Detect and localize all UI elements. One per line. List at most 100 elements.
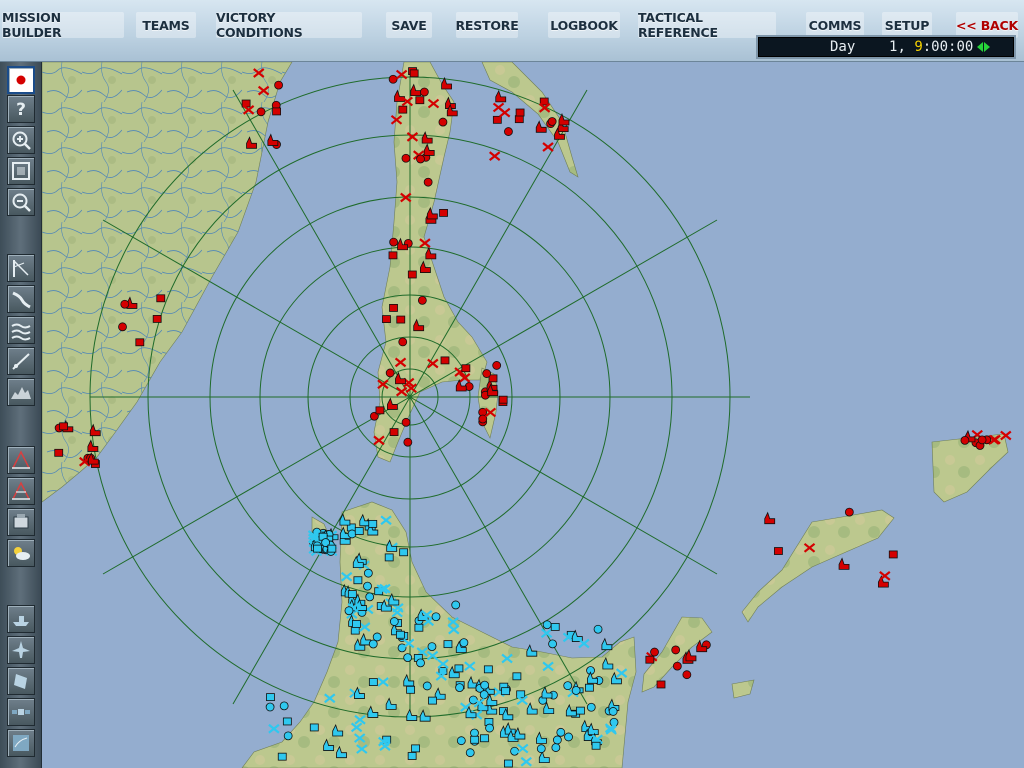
blue-unit-marker[interactable] <box>327 544 337 553</box>
red-unit-marker[interactable] <box>514 115 524 124</box>
slower-time-icon[interactable] <box>977 42 984 52</box>
blue-unit-marker[interactable] <box>395 630 405 639</box>
blue-unit-marker[interactable] <box>407 752 417 760</box>
red-unit-marker[interactable] <box>774 547 783 555</box>
blue-unit-marker[interactable] <box>504 759 513 768</box>
red-unit-marker[interactable] <box>272 107 281 116</box>
faster-time-icon[interactable] <box>984 42 991 52</box>
blue-unit-marker[interactable] <box>556 727 566 737</box>
blue-unit-marker[interactable] <box>571 686 581 695</box>
blue-unit-marker[interactable] <box>512 672 522 681</box>
blue-unit-marker[interactable] <box>368 519 378 528</box>
red-unit-marker[interactable] <box>645 655 655 664</box>
map-icon[interactable] <box>7 729 35 757</box>
blue-unit-marker[interactable] <box>465 748 475 758</box>
unit-icon[interactable] <box>7 508 35 536</box>
blue-unit-marker[interactable] <box>470 735 480 744</box>
zoom-out-icon[interactable] <box>7 188 35 216</box>
blue-unit-marker[interactable] <box>501 687 510 696</box>
red-unit-marker[interactable] <box>389 304 398 312</box>
blue-unit-marker[interactable] <box>593 624 603 634</box>
red-unit-marker[interactable] <box>977 435 987 445</box>
red-unit-marker[interactable] <box>403 437 413 447</box>
red-unit-marker[interactable] <box>838 557 850 570</box>
red-unit-marker[interactable] <box>419 87 429 97</box>
blue-unit-marker[interactable] <box>459 638 469 648</box>
tactical-map[interactable] <box>42 62 1024 768</box>
red-unit-marker[interactable] <box>498 395 508 404</box>
red-unit-marker[interactable] <box>515 108 525 117</box>
red-unit-marker[interactable] <box>682 670 692 680</box>
red-unit-marker[interactable] <box>656 680 666 689</box>
blue-unit-marker[interactable] <box>416 658 425 668</box>
blue-unit-marker[interactable] <box>536 744 546 754</box>
blue-unit-marker[interactable] <box>368 639 378 649</box>
blue-unit-marker[interactable] <box>384 553 394 562</box>
blue-unit-marker[interactable] <box>365 592 375 602</box>
teams-button[interactable]: TEAMS <box>136 12 196 38</box>
blue-unit-marker[interactable] <box>551 743 561 752</box>
map-canvas[interactable] <box>42 62 1024 768</box>
range-ring-alt-icon[interactable] <box>7 477 35 505</box>
red-unit-marker[interactable] <box>382 315 391 323</box>
help-icon[interactable]: ? <box>7 95 35 123</box>
blue-unit-marker[interactable] <box>586 702 596 712</box>
red-unit-marker[interactable] <box>375 406 385 415</box>
blue-unit-marker[interactable] <box>480 680 490 690</box>
red-unit-marker[interactable] <box>489 151 501 161</box>
red-unit-marker[interactable] <box>396 315 406 324</box>
blue-unit-marker[interactable] <box>268 723 280 734</box>
red-unit-marker[interactable] <box>415 96 425 105</box>
blue-unit-marker[interactable] <box>427 642 437 651</box>
blue-unit-marker[interactable] <box>563 681 573 691</box>
red-unit-marker[interactable] <box>267 133 279 146</box>
blue-unit-marker[interactable] <box>542 620 552 630</box>
blue-unit-marker[interactable] <box>414 623 424 632</box>
red-unit-marker[interactable] <box>388 251 398 260</box>
blue-unit-marker[interactable] <box>363 568 373 578</box>
blue-unit-marker[interactable] <box>352 620 361 628</box>
red-unit-marker[interactable] <box>54 448 64 457</box>
red-unit-marker[interactable] <box>888 550 898 559</box>
satellite-icon[interactable] <box>7 698 35 726</box>
blue-unit-marker[interactable] <box>455 683 464 693</box>
blue-unit-marker[interactable] <box>266 693 275 702</box>
blue-unit-marker[interactable] <box>411 744 420 753</box>
red-unit-marker[interactable] <box>417 295 427 305</box>
blue-unit-marker[interactable] <box>428 696 437 705</box>
red-unit-marker[interactable] <box>389 428 399 437</box>
red-unit-marker[interactable] <box>398 337 408 347</box>
red-unit-marker[interactable] <box>558 112 570 126</box>
red-unit-marker[interactable] <box>499 107 511 118</box>
mission-builder-button[interactable]: MISSION BUILDER <box>2 10 124 40</box>
blue-unit-marker[interactable] <box>403 653 413 663</box>
blue-unit-marker[interactable] <box>454 664 464 673</box>
red-unit-marker[interactable] <box>504 127 513 136</box>
measure-icon[interactable] <box>7 254 35 282</box>
red-unit-marker[interactable] <box>398 105 408 114</box>
blue-unit-marker[interactable] <box>608 707 618 716</box>
red-unit-marker[interactable] <box>547 117 557 126</box>
red-unit-marker[interactable] <box>401 417 411 427</box>
red-unit-marker[interactable] <box>764 511 776 525</box>
red-unit-marker[interactable] <box>492 115 502 124</box>
red-unit-marker[interactable] <box>409 69 419 78</box>
red-unit-marker[interactable] <box>650 647 659 657</box>
red-unit-marker[interactable] <box>482 369 492 378</box>
blue-unit-marker[interactable] <box>354 527 364 535</box>
blue-unit-marker[interactable] <box>483 665 493 674</box>
blue-unit-marker[interactable] <box>510 746 520 756</box>
blue-unit-marker[interactable] <box>576 706 585 715</box>
sensor-icon[interactable] <box>7 667 35 695</box>
red-unit-marker[interactable] <box>461 364 471 373</box>
victory-conditions-button[interactable]: VICTORY CONDITIONS <box>216 10 362 40</box>
blue-unit-marker[interactable] <box>584 683 594 692</box>
red-unit-marker[interactable] <box>152 315 162 323</box>
red-unit-marker[interactable] <box>274 80 283 90</box>
red-unit-marker[interactable] <box>241 99 251 108</box>
red-unit-marker[interactable] <box>495 89 507 103</box>
range-ring-icon[interactable] <box>7 446 35 474</box>
red-unit-marker[interactable] <box>156 294 166 303</box>
road-icon[interactable] <box>7 285 35 313</box>
save-button[interactable]: SAVE <box>386 12 432 38</box>
